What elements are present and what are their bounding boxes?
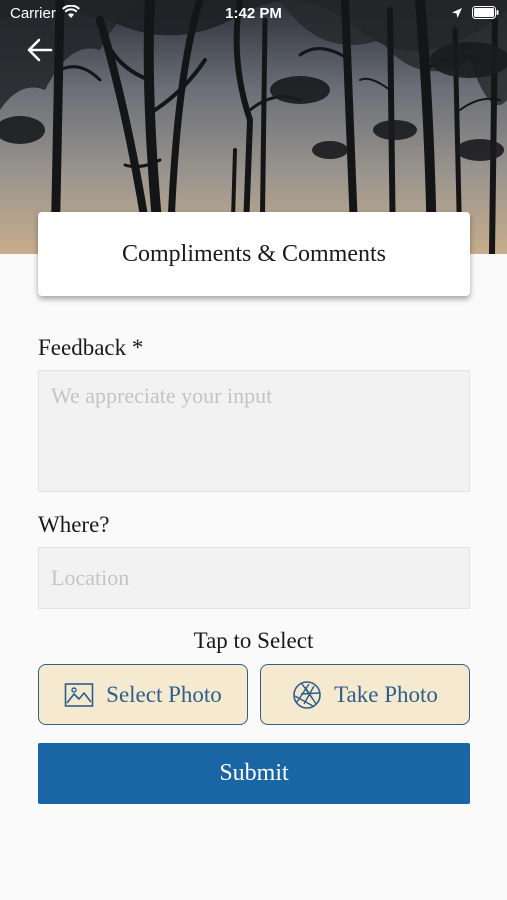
battery-icon xyxy=(472,6,499,23)
aperture-icon xyxy=(293,680,321,709)
submit-button[interactable]: Submit xyxy=(38,743,470,804)
take-photo-label: Take Photo xyxy=(334,681,438,707)
clock: 1:42 PM xyxy=(225,5,282,22)
select-photo-label: Select Photo xyxy=(106,681,222,707)
arrow-left-icon[interactable] xyxy=(26,36,56,64)
feedback-label: Feedback * xyxy=(38,335,144,360)
location-input[interactable] xyxy=(38,547,470,609)
feedback-input[interactable] xyxy=(38,370,470,492)
take-photo-button[interactable]: Take Photo xyxy=(260,664,470,725)
photo-prompt: Tap to Select xyxy=(193,628,314,653)
where-label: Where? xyxy=(38,512,110,537)
location-arrow-icon xyxy=(451,6,463,23)
image-icon xyxy=(64,682,94,707)
page-title: Compliments & Comments xyxy=(121,240,386,267)
title-card: Compliments & Comments xyxy=(38,212,470,296)
status-bar: Carrier 1:42 PM xyxy=(0,0,507,28)
select-photo-button[interactable]: Select Photo xyxy=(38,664,248,725)
